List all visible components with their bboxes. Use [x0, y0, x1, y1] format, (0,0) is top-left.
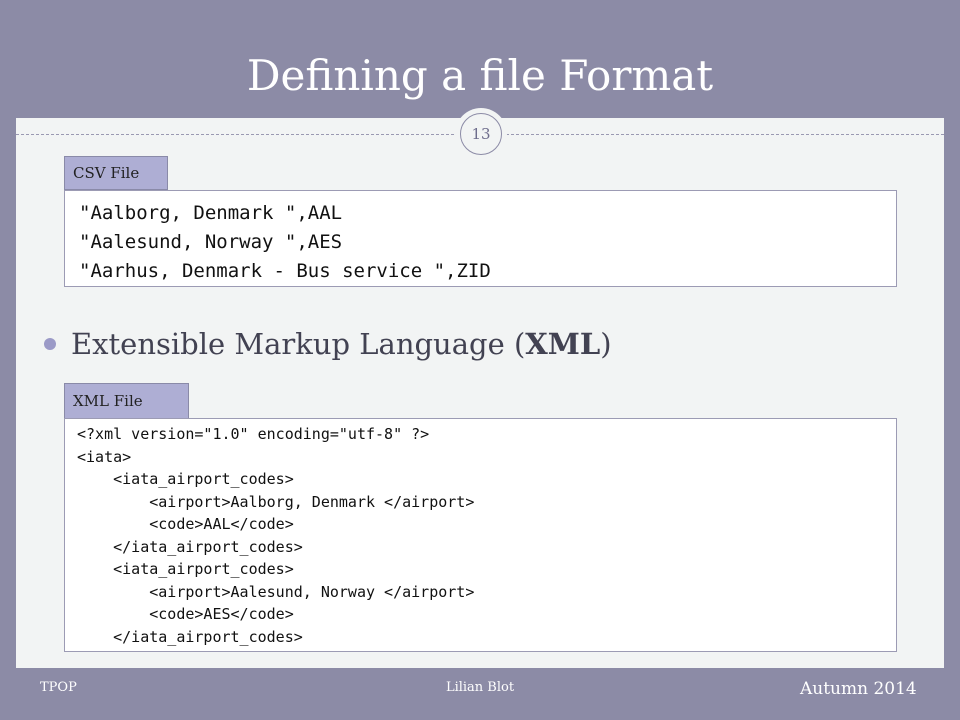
xml-line: <iata_airport_codes> [77, 560, 294, 578]
xml-line: <code>AAL</code> [77, 515, 294, 533]
bullet-text-start: Extensible Markup Language ( [71, 327, 526, 361]
xml-file-label: XML File [64, 383, 189, 419]
csv-line: "Aalesund, Norway ",AES [79, 231, 343, 253]
bullet-item: Extensible Markup Language (XML) [44, 322, 612, 366]
bullet-text: Extensible Markup Language (XML) [71, 327, 612, 361]
xml-line: </iata_airport_codes> [77, 537, 303, 556]
csv-file-label: CSV File [64, 156, 168, 190]
bullet-text-bold: XML [525, 327, 601, 361]
xml-line: <airport>Aalborg, Denmark </airport> [77, 492, 475, 511]
xml-line: </iata_airport_codes> [77, 627, 303, 646]
page-number: 13 [460, 113, 502, 155]
slide-title: Defining a file Format [246, 51, 714, 100]
xml-line: <iata> [77, 447, 132, 466]
footer-term: Autumn 2014 [800, 679, 917, 699]
xml-line: <?xml version="1.0" encoding="utf-8" ?> [77, 425, 430, 443]
xml-line: <code>AES</code> [77, 605, 294, 623]
csv-code-box: "Aalborg, Denmark ",AAL "Aalesund, Norwa… [64, 190, 897, 287]
xml-code-box: <?xml version="1.0" encoding="utf-8" ?> … [64, 418, 897, 652]
xml-line: <iata_airport_codes> [77, 470, 294, 488]
bullet-dot-icon [44, 338, 56, 350]
bullet-text-end: ) [600, 327, 612, 361]
csv-line: "Aarhus, Denmark - Bus service ",ZID [79, 260, 491, 282]
csv-line: "Aalborg, Denmark ",AAL [79, 202, 343, 224]
xml-line: <airport>Aalesund, Norway </airport> [77, 582, 475, 601]
